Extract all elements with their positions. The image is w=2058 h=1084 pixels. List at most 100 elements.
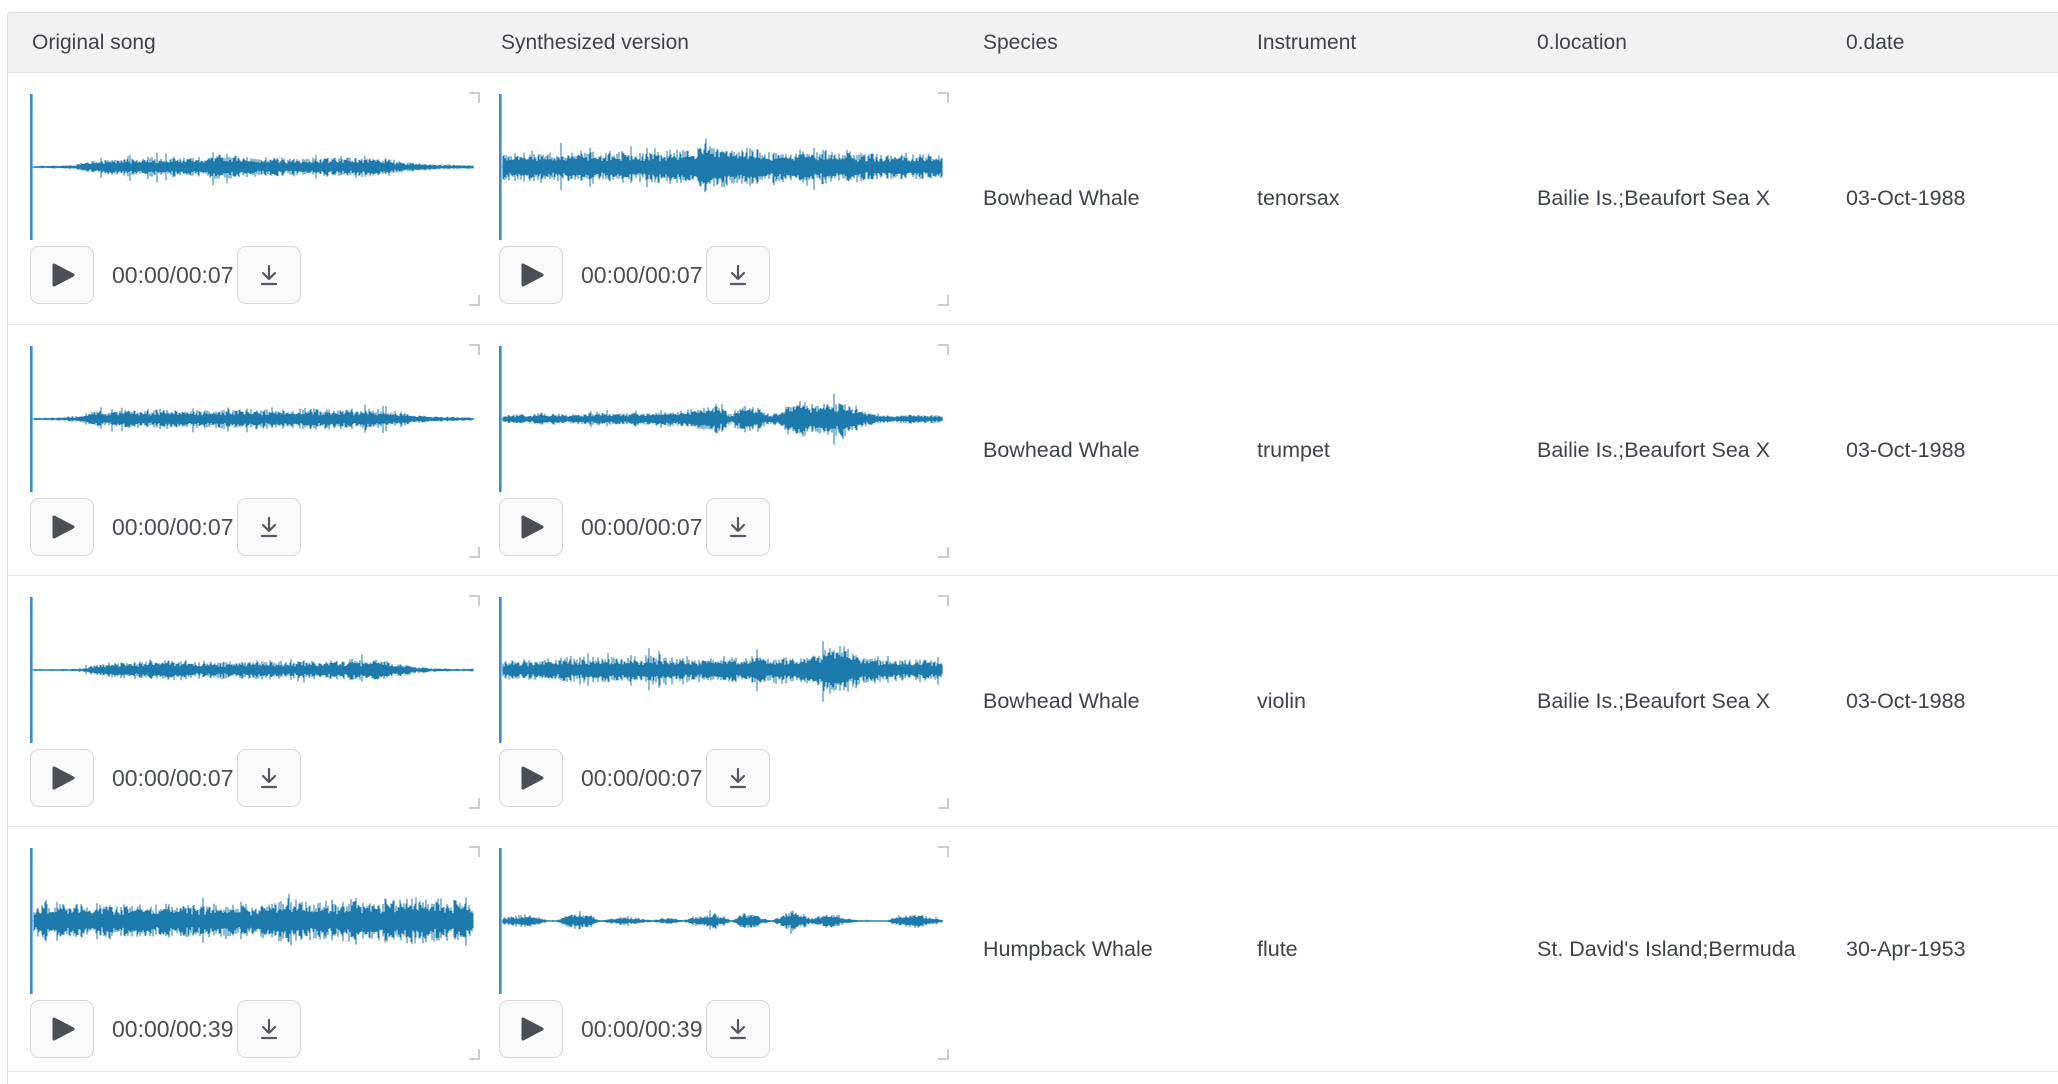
audio-player-synthesized: 00:00/00:07 — [499, 94, 943, 304]
column-header-species: Species — [959, 13, 1233, 72]
audio-dataset-table: Original song Synthesized version Specie… — [7, 12, 2058, 1084]
location-cell: Bailie Is.;Beaufort Sea X — [1513, 576, 1822, 826]
corner-mark — [469, 595, 480, 606]
corner-mark — [469, 344, 480, 355]
audio-player-synthesized: 00:00/00:07 — [499, 346, 943, 556]
waveform[interactable] — [30, 346, 474, 492]
corner-mark — [469, 92, 480, 103]
waveform[interactable] — [30, 848, 474, 994]
column-header-original-song: Original song — [8, 13, 477, 72]
play-button[interactable] — [30, 1000, 94, 1058]
playhead-cursor — [30, 94, 33, 240]
date-cell: 03-Oct-1988 — [1822, 576, 2058, 826]
corner-mark — [938, 344, 949, 355]
table-header: Original song Synthesized version Specie… — [8, 13, 2058, 73]
download-button[interactable] — [237, 749, 301, 807]
play-icon — [518, 764, 545, 792]
corner-mark — [469, 846, 480, 857]
waveform[interactable] — [499, 346, 943, 492]
playhead-cursor — [30, 346, 33, 492]
corner-mark — [938, 595, 949, 606]
play-button[interactable] — [499, 1000, 563, 1058]
time-display: 00:00/00:39 — [112, 1016, 234, 1043]
download-button[interactable] — [706, 749, 770, 807]
audio-controls: 00:00/00:07 — [30, 749, 474, 807]
original-song-cell: 00:00/00:07 — [8, 73, 477, 324]
download-button[interactable] — [237, 498, 301, 556]
play-icon — [49, 764, 76, 792]
audio-controls: 00:00/00:07 — [30, 498, 474, 556]
download-icon — [256, 262, 282, 289]
audio-player-synthesized: 00:00/00:39 — [499, 848, 943, 1058]
play-button[interactable] — [30, 246, 94, 304]
download-icon — [256, 514, 282, 541]
download-icon — [725, 514, 751, 541]
download-icon — [725, 765, 751, 792]
original-song-cell: 00:00/00:39 — [8, 827, 477, 1071]
play-icon — [49, 1015, 76, 1043]
instrument-cell: trumpet — [1233, 325, 1513, 575]
download-button[interactable] — [237, 246, 301, 304]
audio-controls: 00:00/00:39 — [30, 1000, 474, 1058]
species-cell: Bowhead Whale — [959, 73, 1233, 324]
table-row: 00:00/00:07 00:00/00:07 — [8, 325, 2058, 576]
synthesized-version-cell: 00:00/00:39 — [477, 827, 959, 1071]
play-button[interactable] — [499, 749, 563, 807]
instrument-cell: tenorsax — [1233, 73, 1513, 324]
waveform[interactable] — [30, 597, 474, 743]
corner-mark — [469, 798, 480, 809]
time-display: 00:00/00:07 — [112, 262, 234, 289]
play-icon — [518, 513, 545, 541]
download-icon — [725, 1016, 751, 1043]
playhead-cursor — [499, 346, 502, 492]
synthesized-version-cell: 00:00/00:07 — [477, 325, 959, 575]
corner-mark — [938, 846, 949, 857]
time-display: 00:00/00:07 — [112, 765, 234, 792]
table-row: 00:00/00:39 00:00/00:39 — [8, 827, 2058, 1072]
corner-mark — [469, 295, 480, 306]
corner-mark — [938, 547, 949, 558]
play-icon — [49, 513, 76, 541]
playhead-cursor — [30, 597, 33, 743]
play-icon — [49, 261, 76, 289]
waveform[interactable] — [499, 848, 943, 994]
column-header-instrument: Instrument — [1233, 13, 1513, 72]
location-cell: Bailie Is.;Beaufort Sea X — [1513, 73, 1822, 324]
download-button[interactable] — [237, 1000, 301, 1058]
original-song-cell: 00:00/00:07 — [8, 576, 477, 826]
playhead-cursor — [499, 597, 502, 743]
date-cell: 03-Oct-1988 — [1822, 73, 2058, 324]
waveform[interactable] — [499, 94, 943, 240]
audio-player-original: 00:00/00:07 — [30, 94, 474, 304]
corner-mark — [938, 1049, 949, 1060]
column-header-synthesized-version: Synthesized version — [477, 13, 959, 72]
download-icon — [725, 262, 751, 289]
time-display: 00:00/00:07 — [581, 765, 703, 792]
audio-player-original: 00:00/00:07 — [30, 597, 474, 807]
species-cell: Bowhead Whale — [959, 576, 1233, 826]
location-cell: St. David's Island;Bermuda — [1513, 827, 1822, 1071]
column-header-location: 0.location — [1513, 13, 1822, 72]
play-button[interactable] — [499, 498, 563, 556]
location-cell: Bailie Is.;Beaufort Sea X — [1513, 325, 1822, 575]
waveform[interactable] — [30, 94, 474, 240]
table-row: 00:00/00:07 00:00/00:07 — [8, 73, 2058, 325]
waveform[interactable] — [499, 597, 943, 743]
play-button[interactable] — [30, 749, 94, 807]
date-cell: 30-Apr-1953 — [1822, 827, 2058, 1071]
download-button[interactable] — [706, 1000, 770, 1058]
play-icon — [518, 261, 545, 289]
play-button[interactable] — [30, 498, 94, 556]
audio-controls: 00:00/00:07 — [30, 246, 474, 304]
audio-controls: 00:00/00:07 — [499, 749, 943, 807]
audio-controls: 00:00/00:39 — [499, 1000, 943, 1058]
download-button[interactable] — [706, 246, 770, 304]
playhead-cursor — [30, 848, 33, 994]
corner-mark — [469, 1049, 480, 1060]
corner-mark — [938, 295, 949, 306]
play-button[interactable] — [499, 246, 563, 304]
corner-mark — [938, 92, 949, 103]
synthesized-version-cell: 00:00/00:07 — [477, 73, 959, 324]
column-header-date: 0.date — [1822, 13, 2058, 72]
download-button[interactable] — [706, 498, 770, 556]
